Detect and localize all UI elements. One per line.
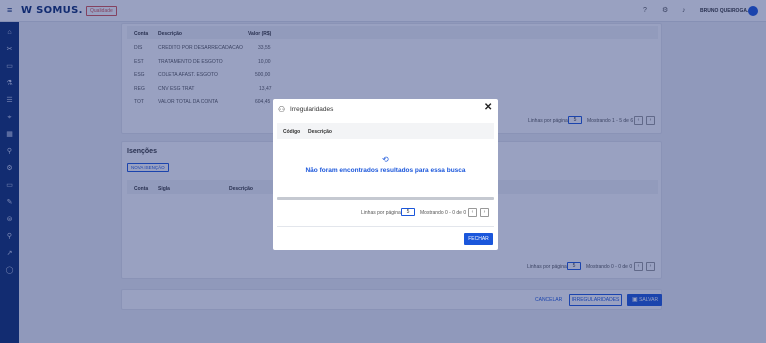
close-button[interactable]: FECHAR <box>464 233 493 245</box>
close-icon[interactable]: ✕ <box>484 103 492 113</box>
pagination-label: Linhas por página <box>361 210 401 216</box>
refresh-icon: ⟲ <box>382 155 389 164</box>
modal-title: Irregularidades <box>290 106 334 113</box>
column-header-descricao: Descrição <box>308 129 332 135</box>
prev-page-button[interactable]: ‹ <box>468 208 477 217</box>
horizontal-scrollbar[interactable] <box>277 197 494 200</box>
users-icon: ⚇ <box>278 105 286 114</box>
divider <box>277 226 494 227</box>
next-page-button[interactable]: › <box>480 208 489 217</box>
rows-per-page-select[interactable]: 5 <box>401 208 415 216</box>
column-header-codigo: Código <box>283 129 301 135</box>
empty-state-message: Não foram encontrados resultados para es… <box>305 167 466 174</box>
irregularidades-modal: ⚇ Irregularidades ✕ Código Descrição ⟲ N… <box>273 99 498 250</box>
pagination-range: Mostrando 0 - 0 de 0 <box>420 210 467 216</box>
